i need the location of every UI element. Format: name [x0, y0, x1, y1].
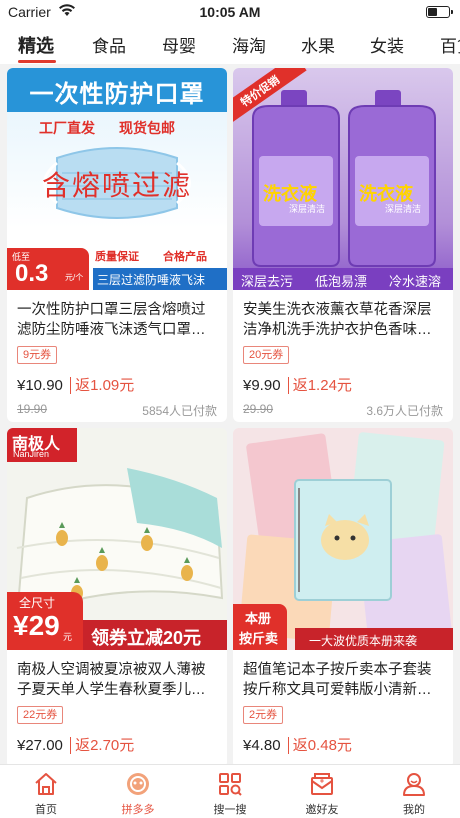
- product-title: 一次性防护口罩三层含熔喷过滤防尘防唾液飞沫透气口罩…: [17, 302, 206, 338]
- price-row: ¥9.90 返1.24元: [243, 374, 352, 395]
- tabbar-invite[interactable]: ¥ 邀好友: [276, 765, 368, 818]
- product-image-quilt: 南极人 NanJiren 全尺寸 ¥29 元 领券立减20元: [7, 428, 227, 650]
- tab-general[interactable]: 百货: [440, 32, 460, 57]
- product-card[interactable]: 一次性防护口罩 工厂直发 现货包邮 含熔喷过滤 质量保证 合格产品 低至 0.3…: [7, 68, 227, 422]
- price-row: ¥10.90 返1.09元: [17, 374, 135, 395]
- user-icon: [403, 773, 425, 796]
- notebook-banner: 一大波优质本册来袭: [295, 628, 453, 650]
- coupon-badge: 9元券: [17, 346, 58, 364]
- price-row: ¥27.00 返2.70元: [17, 734, 135, 755]
- battery-icon: [426, 6, 453, 18]
- original-price: 19.90: [17, 402, 48, 416]
- product-card[interactable]: 特价促销 洗衣液 洗衣液 深层清洁 深层清洁 深层去污 低泡易漂 冷水速溶 安美…: [233, 68, 453, 422]
- bottom-tab-bar: 首页 拼多多 搜一搜 ¥ 邀好友 我的: [0, 764, 460, 818]
- rebate: 返0.48元: [287, 737, 352, 754]
- low-price-badge: 低至 0.3 元/个: [7, 248, 89, 290]
- product-image-detergent: 特价促销 洗衣液 洗衣液 深层清洁 深层清洁 深层去污 低泡易漂 冷水速溶: [233, 68, 453, 290]
- clock: 10:05 AM: [199, 4, 261, 20]
- promo-banner: 领券立减20元: [83, 620, 227, 650]
- tab-mother-baby[interactable]: 母婴: [162, 32, 196, 57]
- category-tabs: 精选 食品 母婴 海淘 水果 女装 百货: [0, 26, 460, 64]
- price-badge: 全尺寸 ¥29 元: [7, 592, 83, 650]
- brand-logo: 南极人 NanJiren: [7, 428, 77, 462]
- invite-envelope-icon: ¥: [311, 773, 333, 795]
- svg-text:¥: ¥: [320, 777, 325, 785]
- price: ¥27.00: [17, 737, 63, 754]
- product-card[interactable]: 本册 按斤卖 一大波优质本册来袭 超值笔记本子按斤卖本子套装按斤称文具可爱韩版小…: [233, 428, 453, 764]
- coupon-badge: 2元券: [243, 706, 284, 724]
- pinduoduo-icon: [127, 773, 149, 795]
- product-image-mask: 一次性防护口罩 工厂直发 现货包邮 含熔喷过滤 质量保证 合格产品 低至 0.3…: [7, 68, 227, 290]
- tab-jingxuan[interactable]: 精选: [18, 32, 54, 58]
- price: ¥4.80: [243, 737, 281, 754]
- tab-fruit[interactable]: 水果: [301, 32, 335, 57]
- product-title: 超值笔记本子按斤卖本子套装按斤称文具可爱韩版小清新…: [243, 662, 432, 698]
- tabbar-pinduoduo[interactable]: 拼多多: [92, 765, 184, 818]
- coupon-badge: 22元券: [17, 706, 64, 724]
- product-image-notebooks: 本册 按斤卖 一大波优质本册来袭: [233, 428, 453, 650]
- price: ¥9.90: [243, 377, 281, 394]
- search-icon: [219, 773, 242, 796]
- rebate: 返1.09元: [70, 377, 135, 394]
- active-tab-indicator: [18, 60, 56, 63]
- tab-food[interactable]: 食品: [92, 32, 126, 57]
- product-grid: 一次性防护口罩 工厂直发 现货包邮 含熔喷过滤 质量保证 合格产品 低至 0.3…: [0, 64, 460, 764]
- price-row: ¥4.80 返0.48元: [243, 734, 352, 755]
- corner-badge: 本册 按斤卖: [233, 604, 287, 650]
- coupon-badge: 20元券: [243, 346, 290, 364]
- tab-overseas[interactable]: 海淘: [232, 32, 266, 57]
- rebate: 返2.70元: [70, 737, 135, 754]
- product-title: 安美生洗衣液薰衣草花香深层洁净机洗手洗护衣护色香味…: [243, 302, 432, 338]
- rebate: 返1.24元: [287, 377, 352, 394]
- detergent-bottles: [252, 90, 436, 267]
- mask-banner: 三层过滤防唾液飞沫: [93, 268, 227, 290]
- tab-womens[interactable]: 女装: [370, 32, 404, 57]
- sales-count: 5854人已付款: [142, 404, 217, 418]
- product-title: 南极人空调被夏凉被双人薄被子夏天单人学生春秋夏季儿…: [17, 662, 206, 698]
- original-price: 29.90: [243, 402, 274, 416]
- status-bar: Carrier 10:05 AM: [0, 0, 460, 26]
- product-card[interactable]: 南极人 NanJiren 全尺寸 ¥29 元 领券立减20元 南极人空调被夏凉被…: [7, 428, 227, 764]
- tabbar-me[interactable]: 我的: [368, 765, 460, 818]
- sales-count: 3.6万人已付款: [366, 404, 443, 418]
- price: ¥10.90: [17, 377, 63, 394]
- tabbar-home[interactable]: 首页: [0, 765, 92, 818]
- home-icon: [35, 773, 57, 795]
- tabbar-search[interactable]: 搜一搜: [184, 765, 276, 818]
- detergent-banner: 深层去污 低泡易漂 冷水速溶: [233, 268, 453, 290]
